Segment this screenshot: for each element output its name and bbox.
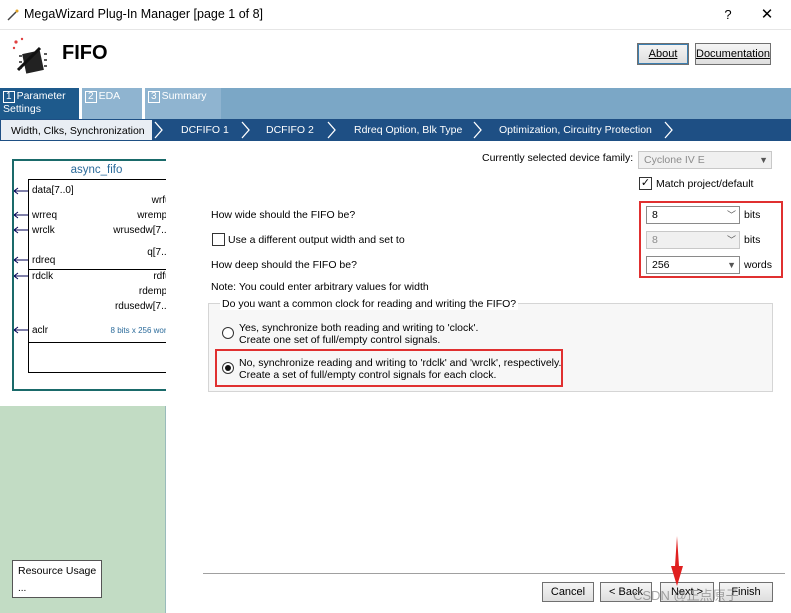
- option-yes-line1: Yes, synchronize both reading and writin…: [239, 322, 479, 334]
- breadcrumb-rdreq-option[interactable]: Rdreq Option, Blk Type: [354, 119, 462, 141]
- chevron-right-icon: [154, 121, 163, 139]
- documentation-button[interactable]: Documentation: [695, 43, 771, 65]
- left-panel: async_fifo data[7..0] wrfull wrreq wremp…: [0, 141, 183, 613]
- tab-eda[interactable]: 2 EDA: [82, 88, 142, 119]
- wizard-header: FIFO About Documentation: [0, 30, 791, 88]
- step-tabs-fill: [221, 88, 791, 119]
- step-number: 2: [85, 91, 97, 103]
- step-label: EDA: [98, 90, 121, 102]
- pin-wires: [14, 187, 183, 334]
- option-yes-line2: Create one set of full/empty control sig…: [239, 334, 441, 346]
- wand-icon: [7, 9, 19, 21]
- tab-summary[interactable]: 3 Summary: [145, 88, 221, 119]
- cancel-button[interactable]: Cancel: [542, 582, 594, 602]
- close-button[interactable]: ✕: [752, 4, 782, 26]
- chevron-right-icon: [241, 121, 250, 139]
- diff-width-checkbox[interactable]: [212, 233, 225, 246]
- highlight-box: [215, 349, 563, 387]
- resource-usage-label: Resource Usage: [18, 565, 97, 577]
- megawizard-icon: [12, 37, 47, 74]
- fifo-width-label: How wide should the FIFO be?: [211, 209, 356, 221]
- help-button[interactable]: ?: [716, 4, 740, 26]
- resource-usage-panel[interactable]: Resource Usage ...: [12, 560, 102, 598]
- step-tabs: 1 Parameter Settings 2 EDA 3 Summary: [0, 88, 791, 119]
- match-project-checkbox[interactable]: ✓: [639, 177, 652, 190]
- radio-common-clock[interactable]: [222, 327, 234, 339]
- step-label: Summary: [161, 90, 207, 102]
- breadcrumb-dcfifo2[interactable]: DCFIFO 2: [266, 119, 314, 141]
- breadcrumb-optimization[interactable]: Optimization, Circuitry Protection: [499, 119, 652, 141]
- width-note: Note: You could enter arbitrary values f…: [211, 281, 429, 293]
- device-family-label: Currently selected device family:: [482, 152, 634, 164]
- highlight-box: [639, 201, 783, 278]
- fifo-depth-label: How deep should the FIFO be?: [211, 259, 357, 271]
- device-family-select[interactable]: Cyclone IV E ▼: [638, 151, 772, 169]
- red-arrow-icon: [671, 536, 683, 586]
- fifo-symbol: async_fifo data[7..0] wrfull wrreq wremp…: [12, 159, 183, 391]
- breadcrumb-dcfifo1[interactable]: DCFIFO 1: [181, 119, 229, 141]
- step-label-line2: Settings: [3, 103, 41, 115]
- chevron-right-icon: [473, 121, 482, 139]
- title-bar: MegaWizard Plug-In Manager [page 1 of 8]…: [0, 0, 791, 30]
- diff-width-label: Use a different output width and set to: [228, 234, 405, 246]
- chevron-down-icon: ▼: [759, 155, 768, 165]
- page-title: FIFO: [62, 42, 108, 64]
- chevron-right-icon: [327, 121, 336, 139]
- button-separator: [203, 573, 785, 574]
- chevron-right-icon: [664, 121, 673, 139]
- tab-parameter-settings[interactable]: 1 Parameter Settings: [0, 88, 79, 119]
- step-label: Parameter: [16, 90, 66, 102]
- clock-question: Do you want a common clock for reading a…: [220, 298, 519, 310]
- match-project-label: Match project/default: [656, 178, 754, 190]
- step-number: 1: [3, 91, 15, 103]
- watermark: CSDN @正点原子: [633, 588, 739, 603]
- breadcrumb: Width, Clks, Synchronization DCFIFO 1 DC…: [0, 119, 791, 141]
- breadcrumb-width-clks[interactable]: Width, Clks, Synchronization: [0, 119, 153, 141]
- main-panel: Currently selected device family: Cyclon…: [166, 141, 791, 613]
- about-button[interactable]: About: [637, 43, 689, 65]
- resource-usage-value: ...: [18, 583, 27, 594]
- device-family-value: Cyclone IV E: [644, 154, 705, 166]
- window-title: MegaWizard Plug-In Manager [page 1 of 8]: [24, 7, 264, 21]
- step-number: 3: [148, 91, 160, 103]
